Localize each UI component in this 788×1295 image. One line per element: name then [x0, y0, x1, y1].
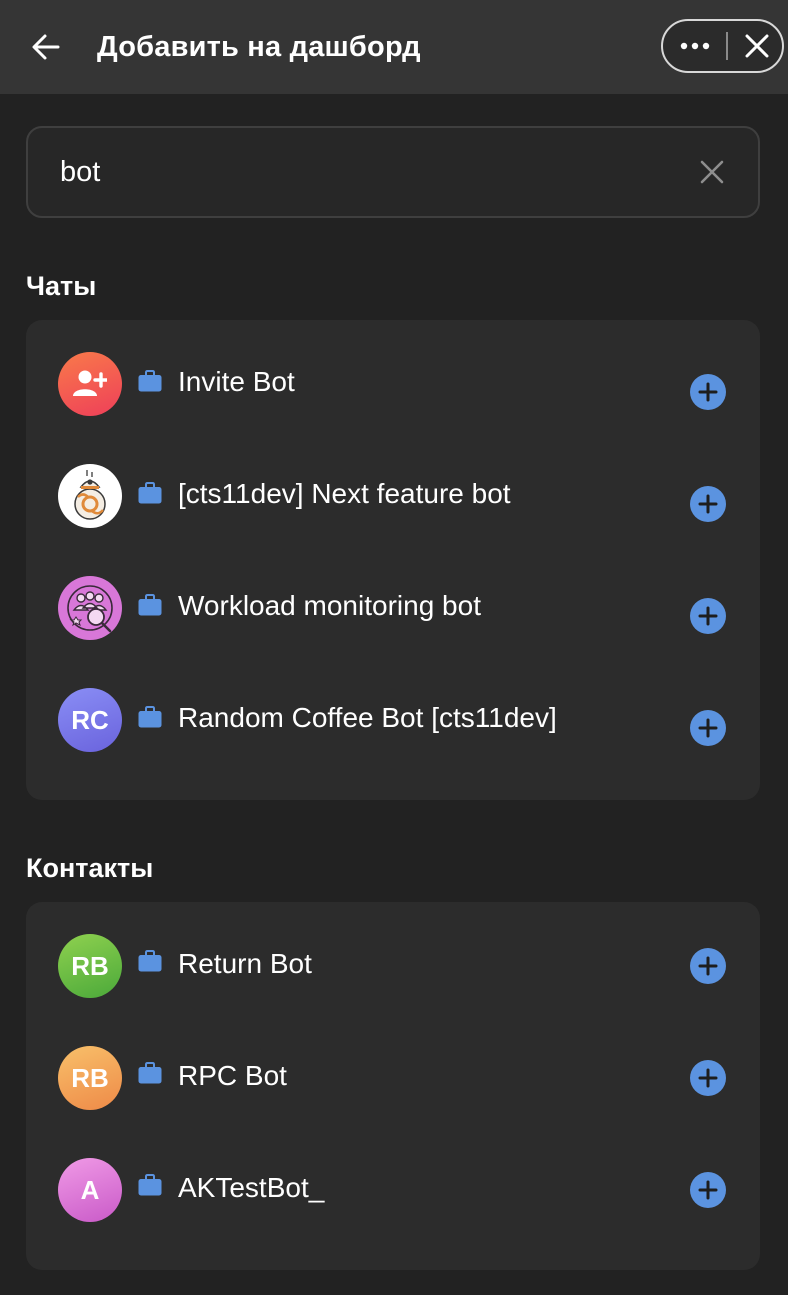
avatar: [58, 576, 122, 640]
page-title: Добавить на дашборд: [97, 31, 421, 63]
close-button[interactable]: [729, 21, 784, 71]
user-plus-icon: [73, 370, 107, 396]
briefcase-icon: [138, 482, 162, 504]
briefcase-icon: [138, 594, 162, 616]
item-label: Invite Bot: [178, 366, 295, 397]
section-title-chats: Чаты: [26, 271, 97, 301]
avatar-initials: RB: [71, 1062, 109, 1093]
search-box: [26, 126, 760, 218]
plus-circle-icon: [698, 382, 718, 402]
clear-search-button[interactable]: [692, 152, 732, 192]
header-actions: [661, 19, 784, 73]
back-button[interactable]: [26, 27, 66, 67]
header: Добавить на дашборд: [0, 0, 788, 94]
list-item[interactable]: RC Random Coffee Bot [cts11dev]: [26, 664, 760, 776]
briefcase-icon: [138, 950, 162, 972]
plus-circle-icon: [698, 1068, 718, 1088]
contacts-list: RB Return Bot RB RPC Bot A AKTestBot_: [26, 902, 760, 1270]
section-title-contacts: Контакты: [26, 853, 154, 883]
plus-circle-icon: [698, 494, 718, 514]
add-button[interactable]: [690, 710, 726, 746]
more-horizontal-icon: [680, 42, 710, 50]
list-item[interactable]: Workload monitoring bot: [26, 552, 760, 664]
avatar: RB: [58, 1046, 122, 1110]
arrow-left-icon: [32, 34, 60, 60]
avatar: [58, 464, 122, 528]
briefcase-icon: [138, 1062, 162, 1084]
item-label: RPC Bot: [178, 1060, 287, 1091]
list-item[interactable]: RB Return Bot: [26, 910, 760, 1022]
search-input[interactable]: [60, 150, 660, 194]
item-label: Workload monitoring bot: [178, 590, 481, 621]
avatar-initials: RB: [71, 950, 109, 981]
plus-circle-icon: [698, 718, 718, 738]
plus-circle-icon: [698, 956, 718, 976]
chats-list: Invite Bot [cts11dev] Next feature bot W…: [26, 320, 760, 800]
list-item[interactable]: [cts11dev] Next feature bot: [26, 440, 760, 552]
briefcase-icon: [138, 370, 162, 392]
avatar: RC: [58, 688, 122, 752]
add-button[interactable]: [690, 598, 726, 634]
bb8-robot-icon: [74, 470, 106, 520]
more-button[interactable]: [663, 21, 727, 71]
plus-circle-icon: [698, 1180, 718, 1200]
add-button[interactable]: [690, 1172, 726, 1208]
avatar-initials: RC: [71, 704, 109, 735]
plus-circle-icon: [698, 606, 718, 626]
divider: [726, 32, 728, 60]
avatar: A: [58, 1158, 122, 1222]
add-button[interactable]: [690, 1060, 726, 1096]
add-button[interactable]: [690, 486, 726, 522]
clear-icon: [700, 160, 724, 184]
add-button[interactable]: [690, 374, 726, 410]
item-label: [cts11dev] Next feature bot: [178, 478, 511, 509]
list-item[interactable]: RB RPC Bot: [26, 1022, 760, 1134]
team-monitor-icon: [67, 585, 113, 633]
avatar: RB: [58, 934, 122, 998]
close-icon: [745, 34, 768, 58]
list-item[interactable]: A AKTestBot_: [26, 1134, 760, 1246]
briefcase-icon: [138, 1174, 162, 1196]
item-label: Random Coffee Bot [cts11dev]: [178, 702, 557, 733]
add-button[interactable]: [690, 948, 726, 984]
briefcase-icon: [138, 706, 162, 728]
avatar-initials: A: [80, 1174, 100, 1205]
avatar: [58, 352, 122, 416]
item-label: AKTestBot_: [178, 1172, 325, 1203]
list-item[interactable]: Invite Bot: [26, 328, 760, 440]
item-label: Return Bot: [178, 948, 312, 979]
